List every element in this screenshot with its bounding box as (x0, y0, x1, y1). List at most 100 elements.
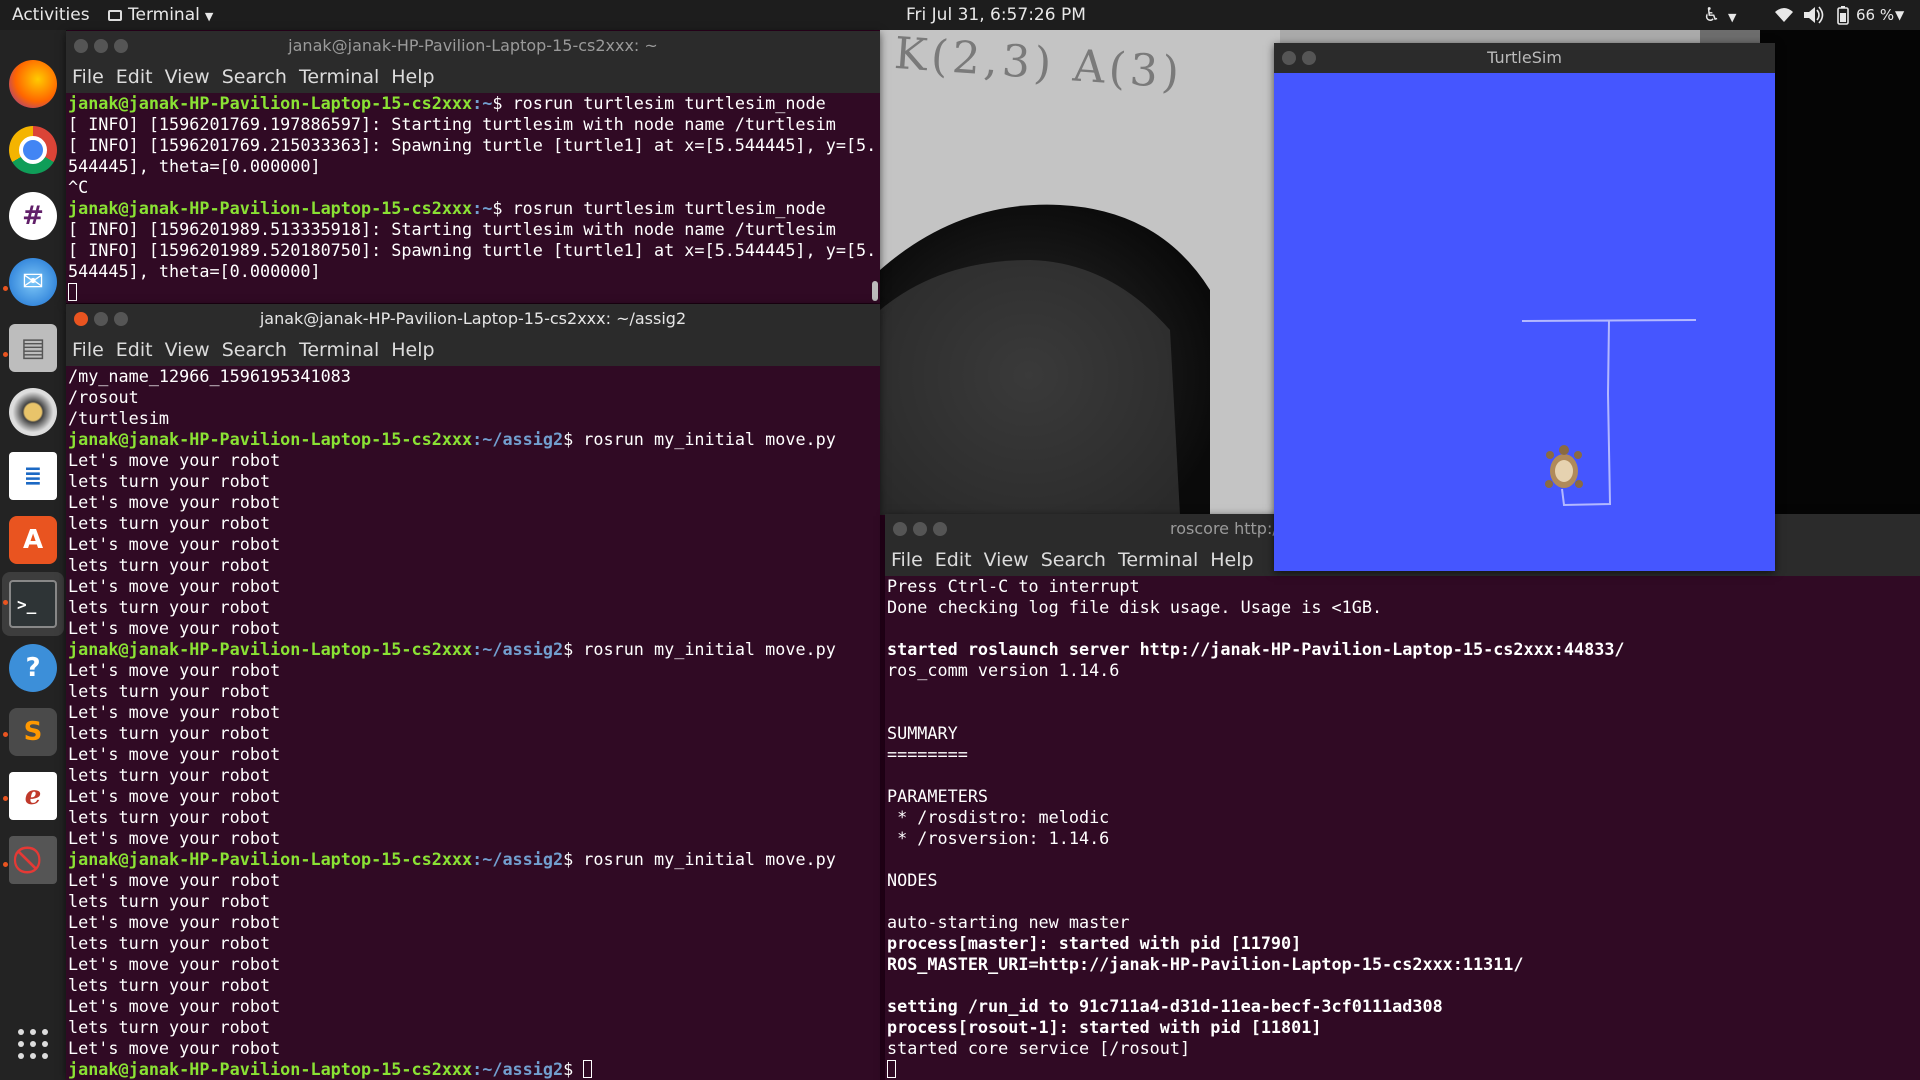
output-line: started roslaunch server http://janak-HP… (887, 639, 1920, 660)
line-text: lets turn your robot (68, 471, 271, 491)
menu-edit[interactable]: Edit (116, 66, 153, 88)
prompt-symbol: $ (563, 1059, 584, 1079)
menu-help[interactable]: Help (391, 339, 434, 361)
line-text: Let's move your robot (68, 786, 281, 806)
help-icon[interactable]: ? (9, 644, 57, 692)
menu-edit[interactable]: Edit (935, 549, 972, 571)
input-line[interactable] (68, 282, 880, 303)
output-line: lets turn your robot (68, 933, 880, 954)
maximize-icon[interactable] (114, 312, 128, 326)
window-title: janak@janak-HP-Pavilion-Laptop-15-cs2xxx… (288, 36, 658, 55)
close-icon[interactable] (893, 522, 907, 536)
window-titlebar[interactable]: TurtleSim (1274, 43, 1775, 73)
line-text: $ rosrun my_initial move.py (563, 639, 836, 659)
files-icon[interactable]: ▤ (9, 324, 57, 372)
output-line: lets turn your robot (68, 681, 880, 702)
line-text: [ INFO] [1596201769.215033363]: Spawning… (68, 135, 877, 155)
terminal-output[interactable]: /my_name_12966_1596195341083/rosout/turt… (66, 366, 880, 1080)
menu-help[interactable]: Help (391, 66, 434, 88)
close-icon[interactable] (74, 39, 88, 53)
close-icon[interactable] (74, 312, 88, 326)
menu-edit[interactable]: Edit (116, 339, 153, 361)
clock[interactable]: Fri Jul 31, 6:57:26 PM (906, 0, 1086, 30)
terminal-window-home[interactable]: janak@janak-HP-Pavilion-Laptop-15-cs2xxx… (66, 31, 880, 303)
window-titlebar[interactable]: janak@janak-HP-Pavilion-Laptop-15-cs2xxx… (66, 304, 880, 334)
menu-view[interactable]: View (165, 66, 210, 88)
menu-search[interactable]: Search (222, 66, 287, 88)
turtlesim-window[interactable]: TurtleSim (1274, 43, 1775, 571)
thunderbird-icon[interactable]: ✉ (9, 258, 57, 306)
menu-view[interactable]: View (165, 339, 210, 361)
input-line[interactable]: janak@janak-HP-Pavilion-Laptop-15-cs2xxx… (68, 1059, 880, 1080)
terminal-output[interactable]: janak@janak-HP-Pavilion-Laptop-15-cs2xxx… (66, 93, 880, 303)
terminal-window-roscore[interactable]: roscore http:/ File Edit View Search Termina… (885, 514, 1920, 1080)
evince-icon[interactable]: ℯ (9, 772, 57, 820)
maximize-icon[interactable] (933, 522, 947, 536)
output-line: [ INFO] [1596201769.215033363]: Spawning… (68, 135, 880, 156)
line-text: setting /run_id to 91c711a4-d31d-11ea-be… (887, 996, 1443, 1016)
line-text: Let's move your robot (68, 702, 281, 722)
input-line[interactable] (887, 1059, 1920, 1080)
menu-file[interactable]: File (72, 339, 104, 361)
line-text: lets turn your robot (68, 765, 271, 785)
battery-percentage[interactable]: 66 % (1856, 0, 1894, 30)
terminal-window-assig2[interactable]: janak@janak-HP-Pavilion-Laptop-15-cs2xxx… (66, 304, 880, 1080)
prompt-user: janak@janak-HP-Pavilion-Laptop-15-cs2xxx (68, 639, 473, 659)
output-line: /turtlesim (68, 408, 880, 429)
menu-terminal[interactable]: Terminal (299, 66, 379, 88)
window-titlebar[interactable]: janak@janak-HP-Pavilion-Laptop-15-cs2xxx… (66, 31, 880, 61)
activities-button[interactable]: Activities (12, 0, 90, 30)
scrollbar[interactable] (872, 281, 878, 301)
maximize-icon[interactable] (114, 39, 128, 53)
close-icon[interactable] (1282, 51, 1296, 65)
minimize-icon[interactable] (1302, 51, 1316, 65)
wifi-icon[interactable] (1774, 0, 1794, 30)
running-indicator (3, 862, 8, 867)
menu-terminal[interactable]: Terminal (1118, 549, 1198, 571)
writer-icon[interactable]: ≣ (9, 452, 57, 500)
line-text: lets turn your robot (68, 891, 271, 911)
output-line: /my_name_12966_1596195341083 (68, 366, 880, 387)
menu-terminal[interactable]: Terminal (299, 339, 379, 361)
menu-file[interactable]: File (72, 66, 104, 88)
dock: # ✉ ▤ ≣ A >_ ? S ℯ ⃠ (0, 30, 67, 1080)
slack-icon[interactable]: # (9, 192, 57, 240)
prompt-user: janak@janak-HP-Pavilion-Laptop-15-cs2xxx (68, 849, 473, 869)
line-text: lets turn your robot (68, 807, 271, 827)
volume-icon[interactable] (1802, 0, 1824, 30)
rhythmbox-icon[interactable] (9, 388, 57, 436)
terminal-output[interactable]: Press Ctrl-C to interrupt Done checking l… (885, 576, 1920, 1080)
minimize-icon[interactable] (913, 522, 927, 536)
show-applications-icon[interactable] (9, 1020, 57, 1068)
menu-search[interactable]: Search (222, 339, 287, 361)
minimize-icon[interactable] (94, 312, 108, 326)
app-menu[interactable]: Terminal ▼ (108, 0, 213, 30)
minimize-icon[interactable] (94, 39, 108, 53)
accessibility-icon[interactable]: ♿ ▼ (1703, 0, 1737, 30)
menu-help[interactable]: Help (1210, 549, 1253, 571)
line-text: Done checking log file disk usage. Usage… (887, 597, 1383, 617)
menu-view[interactable]: View (984, 549, 1029, 571)
menu-file[interactable]: File (891, 549, 923, 571)
line-text: ros_comm version 1.14.6 (887, 660, 1120, 680)
firefox-icon[interactable] (9, 60, 57, 108)
line-text: started core service [/rosout] (887, 1038, 1191, 1058)
terminal-icon[interactable]: >_ (9, 580, 57, 628)
menu-search[interactable]: Search (1041, 549, 1106, 571)
sublime-icon[interactable]: S (9, 708, 57, 756)
system-menu-chevron-icon[interactable]: ▼ (1895, 0, 1904, 30)
output-line: * /rosversion: 1.14.6 (887, 828, 1920, 849)
output-line: Let's move your robot (68, 870, 880, 891)
battery-icon[interactable] (1836, 0, 1850, 30)
blocked-icon[interactable]: ⃠ (9, 836, 57, 884)
output-line: lets turn your robot (68, 513, 880, 534)
output-line: ^C (68, 177, 880, 198)
output-line: ======== (887, 744, 1920, 765)
window-title: janak@janak-HP-Pavilion-Laptop-15-cs2xxx… (259, 309, 687, 328)
chrome-icon[interactable] (9, 126, 57, 174)
menu-bar: File Edit View Search Terminal Help (66, 61, 880, 93)
prompt-line: janak@janak-HP-Pavilion-Laptop-15-cs2xxx… (68, 639, 880, 660)
output-line: SUMMARY (887, 723, 1920, 744)
software-icon[interactable]: A (9, 516, 57, 564)
